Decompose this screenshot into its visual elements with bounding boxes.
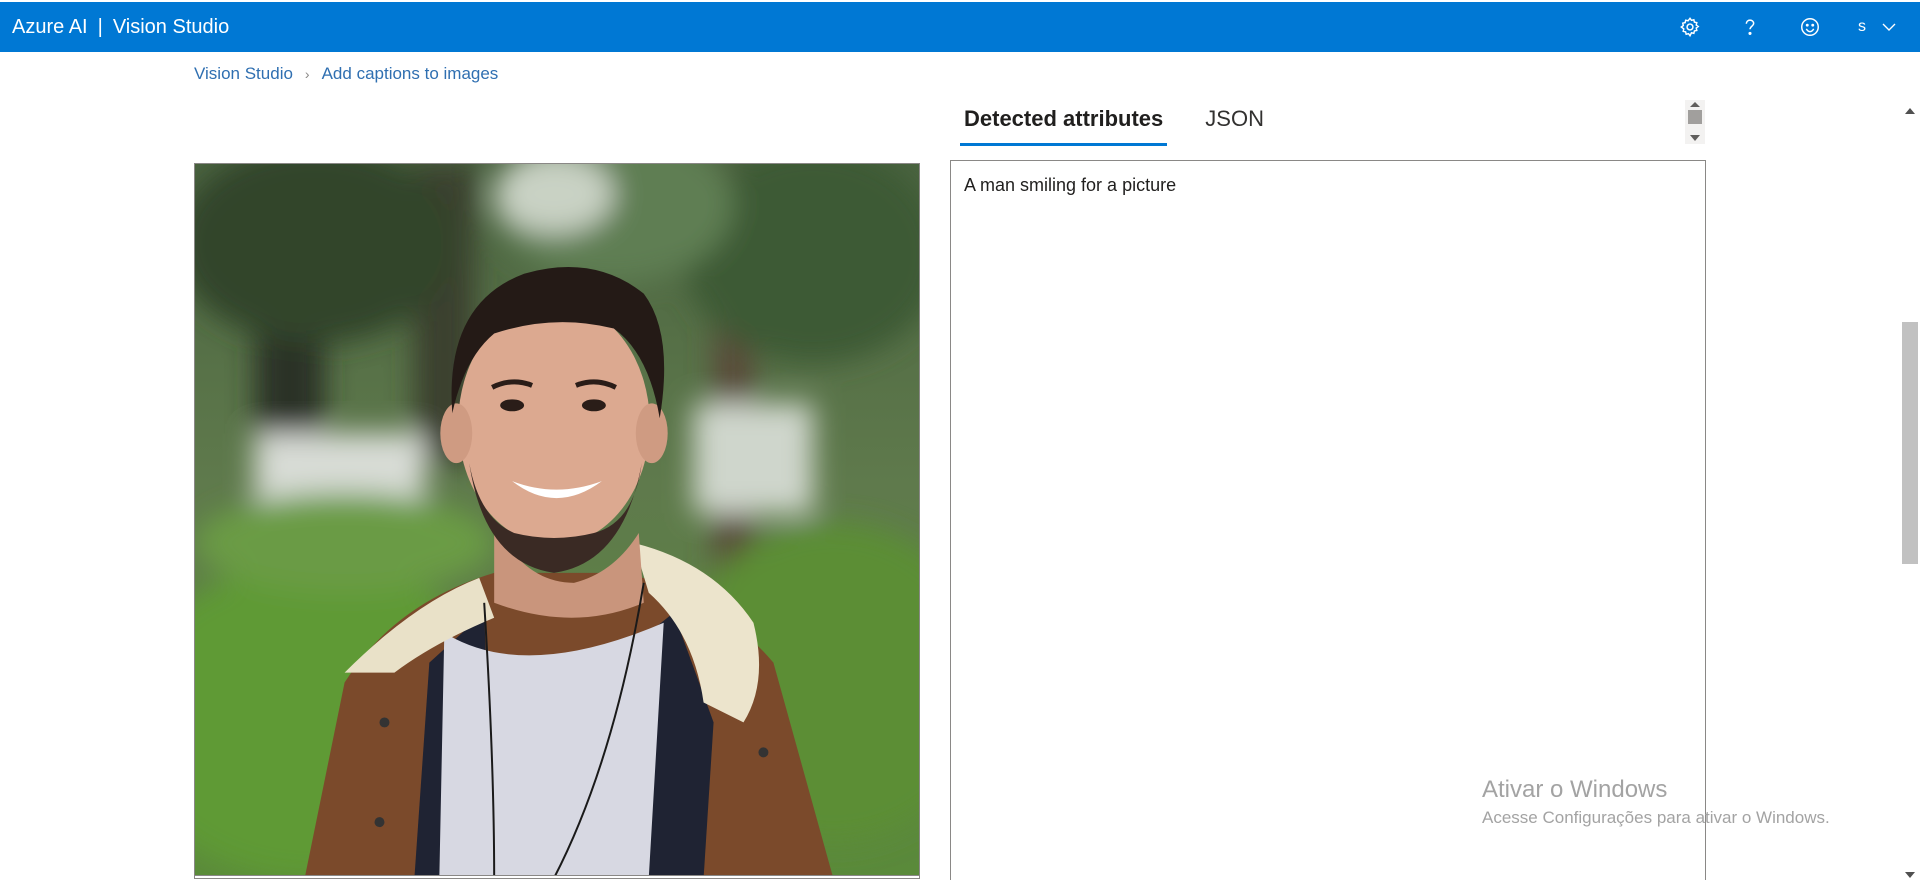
top-bar: Azure AI | Vision Studio s [0, 2, 1920, 52]
scroll-up-icon[interactable] [1690, 102, 1700, 107]
settings-gear-icon [1680, 17, 1700, 38]
portrait-photo [195, 164, 919, 878]
account-menu-button[interactable]: s [1840, 2, 1920, 52]
breadcrumb: Vision Studio › Add captions to images [194, 64, 498, 84]
settings-button[interactable] [1660, 2, 1720, 52]
breadcrumb-vision-studio[interactable]: Vision Studio [194, 64, 293, 84]
top-bar-actions: s [1660, 2, 1920, 52]
page-scroll-thumb[interactable] [1902, 322, 1918, 564]
chevron-right-icon: › [304, 66, 310, 82]
product-name: Vision Studio [112, 15, 230, 38]
watermark-title: Ativar o Windows [1482, 776, 1668, 803]
feedback-smiley-icon [1801, 18, 1819, 36]
account-initial: s [1858, 18, 1866, 35]
help-question-icon [1745, 19, 1755, 35]
scroll-thumb[interactable] [1688, 110, 1702, 124]
result-tabs: Detected attributes JSON [960, 100, 1302, 146]
image-divider [195, 875, 919, 878]
page-scroll-up-icon[interactable] [1905, 108, 1915, 114]
result-panel: A man smiling for a picture [950, 160, 1706, 880]
chevron-down-icon [1882, 23, 1896, 31]
brand[interactable]: Azure AI | Vision Studio [0, 16, 229, 39]
brand-name: Azure AI [12, 15, 88, 38]
generated-caption: A man smiling for a picture [964, 175, 1177, 195]
tab-detected-attributes[interactable]: Detected attributes [960, 100, 1168, 146]
tab-json[interactable]: JSON [1201, 100, 1268, 146]
page-scroll-down-icon[interactable] [1905, 872, 1915, 878]
brand-separator: | [97, 15, 103, 38]
windows-activation-watermark: Ativar o Windows Acesse Configurações pa… [1482, 776, 1830, 828]
uploaded-image [194, 163, 920, 879]
tabs-scrollbar[interactable] [1685, 100, 1705, 144]
breadcrumb-add-captions[interactable]: Add captions to images [322, 64, 499, 84]
scroll-down-icon[interactable] [1690, 135, 1700, 141]
help-button[interactable] [1720, 2, 1780, 52]
watermark-subtitle: Acesse Configurações para ativar o Windo… [1482, 808, 1830, 827]
feedback-button[interactable] [1780, 2, 1840, 52]
page-scrollbar[interactable] [1900, 102, 1920, 880]
